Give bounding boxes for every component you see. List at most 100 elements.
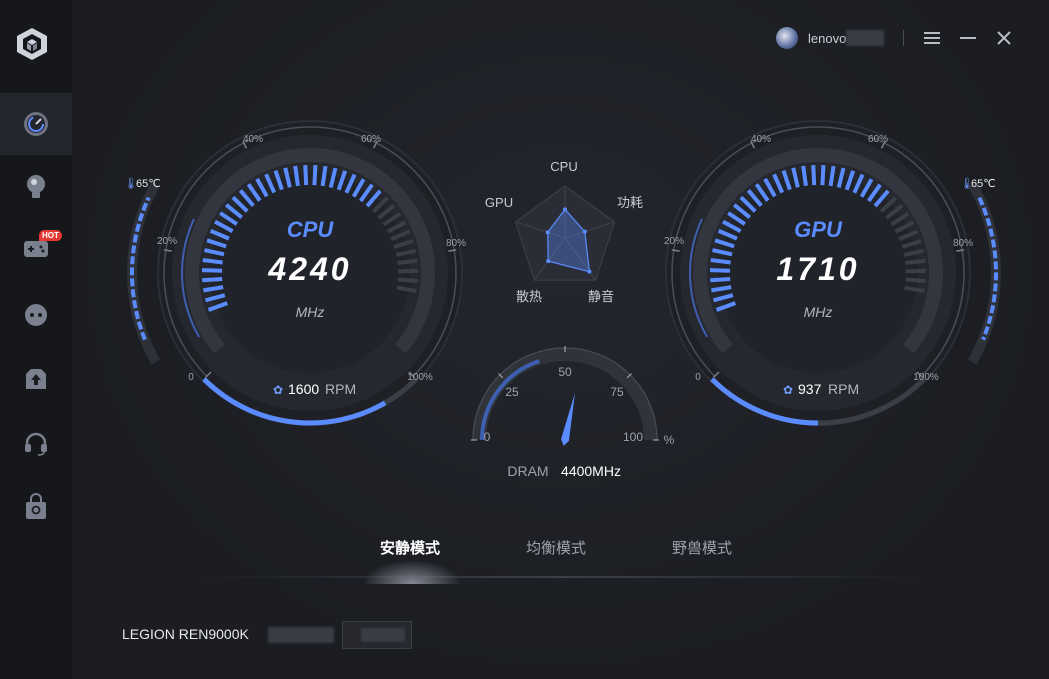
tab-underline	[200, 576, 920, 578]
dram-tick-25: 25	[505, 385, 519, 399]
nav-game[interactable]	[0, 218, 72, 280]
close-icon	[997, 31, 1011, 45]
close-button[interactable]	[994, 28, 1014, 48]
cpu-temperature: 65℃	[136, 178, 161, 190]
nav-lighting[interactable]	[0, 156, 72, 218]
cpu-load-segment	[312, 165, 318, 186]
gpu-tick-40: 40%	[751, 134, 771, 145]
cpu-tick-80: 80%	[446, 238, 466, 249]
tab-quiet-mode[interactable]: 安静模式	[380, 537, 440, 558]
radar-label-gpu: GPU	[485, 195, 513, 210]
cpu-tick-40: 40%	[243, 134, 263, 145]
header-divider	[903, 30, 904, 46]
dram-needle	[561, 393, 575, 446]
gpu-load-segment	[710, 276, 731, 283]
cpu-fan-icon: ✿	[273, 383, 283, 397]
radar-value-point	[545, 230, 550, 235]
gpu-tick-80: 80%	[953, 238, 973, 249]
menu-button[interactable]	[922, 28, 942, 48]
gpu-load-segment	[710, 258, 731, 265]
dashboard-gauge-icon	[24, 112, 48, 136]
nav-upload[interactable]	[0, 348, 72, 410]
cpu-tick-20: 20%	[157, 236, 177, 247]
dram-gauge: 0 25 50 75 100 % DRAM 4400MHz	[471, 346, 675, 479]
cpu-load-segment	[201, 268, 223, 273]
cpu-gauge: CPU 4240 MHz ✿ 1600 RPM 🌡 65℃ 0 20% 40% …	[124, 120, 466, 426]
username[interactable]: lenovo	[808, 31, 846, 46]
tab-beast-mode[interactable]: 野兽模式	[672, 537, 732, 558]
device-model: LEGION REN9000K	[122, 626, 249, 642]
cpu-fan-unit: RPM	[325, 381, 356, 397]
cpu-load-segment	[397, 258, 418, 266]
lightbulb-icon	[27, 175, 45, 198]
cpu-tick-100: 100%	[407, 372, 433, 383]
active-tab-glow	[362, 560, 462, 584]
gpu-fan-icon: ✿	[783, 383, 793, 397]
upload-box-icon	[26, 369, 46, 389]
cpu-tick-0: 0	[188, 372, 194, 383]
minimize-button[interactable]	[958, 28, 978, 48]
hamburger-menu-icon	[924, 32, 940, 44]
chat-bubble-icon	[25, 304, 47, 326]
nav-chat[interactable]	[0, 284, 72, 346]
cpu-label: CPU	[287, 217, 335, 242]
radar-value-point	[546, 259, 551, 264]
app-logo-icon	[14, 26, 50, 62]
redacted-model-box	[342, 621, 412, 649]
radar-label-cpu: CPU	[550, 159, 577, 174]
gpu-fan-unit: RPM	[828, 381, 859, 397]
gpu-load-segment	[811, 165, 817, 186]
gpu-load-segment	[905, 258, 926, 266]
cpu-load-segment	[303, 165, 309, 186]
redacted-username	[846, 30, 884, 46]
radar-label-quiet: 静音	[588, 289, 614, 304]
performance-radar: CPU 功耗 静音 散热 GPU	[485, 159, 643, 304]
minimize-icon	[960, 37, 976, 39]
cpu-load-segment	[202, 258, 223, 265]
dram-label: DRAM	[507, 463, 548, 479]
nav-dashboard[interactable]	[0, 93, 72, 155]
gpu-load-segment	[828, 165, 836, 187]
gpu-frequency-unit: MHz	[804, 304, 833, 320]
cpu-load-segment	[397, 277, 418, 283]
dram-tick-0: 0	[484, 430, 491, 444]
gpu-label: GPU	[794, 217, 843, 242]
gpu-tick-60: 60%	[868, 134, 888, 145]
cpu-load-segment	[293, 165, 300, 187]
gpu-tick-0: 0	[695, 372, 701, 383]
gpu-load-segment	[709, 268, 731, 273]
gpu-fan-speed: 937	[798, 381, 822, 397]
radar-label-cooling: 散热	[516, 289, 542, 304]
gpu-temperature: 65℃	[971, 178, 996, 190]
cpu-tick-60: 60%	[361, 134, 381, 145]
cpu-frequency-unit: MHz	[296, 304, 325, 320]
radar-value-point	[582, 229, 587, 234]
redacted-model-suffix	[268, 627, 334, 643]
dram-frequency: 4400MHz	[561, 463, 621, 479]
headset-icon	[25, 432, 47, 456]
gpu-load-segment	[801, 165, 808, 187]
gpu-frequency-value: 1710	[776, 251, 859, 287]
shopping-bag-icon	[26, 493, 46, 519]
cpu-frequency-value: 4240	[267, 251, 351, 287]
nav-store[interactable]	[0, 476, 72, 538]
hot-badge: HOT	[39, 230, 62, 241]
gpu-tick-100: 100%	[913, 372, 939, 383]
gpu-tick-20: 20%	[664, 236, 684, 247]
nav-support[interactable]	[0, 413, 72, 475]
cpu-load-segment	[320, 165, 328, 187]
gpu-load-segment	[905, 277, 926, 283]
cpu-fan-speed: 1600	[288, 381, 319, 397]
radar-value-point	[587, 269, 592, 274]
dram-tick-100: 100	[623, 430, 643, 444]
cpu-load-segment	[202, 276, 223, 283]
dram-percent-unit: %	[664, 433, 675, 447]
sidebar: HOT	[0, 0, 73, 679]
radar-value-point	[563, 207, 567, 212]
radar-label-power: 功耗	[617, 195, 643, 210]
gpu-load-segment	[820, 165, 826, 186]
dram-tick-50: 50	[558, 365, 572, 379]
dram-tick-75: 75	[610, 385, 624, 399]
tab-balanced-mode[interactable]: 均衡模式	[526, 537, 586, 558]
avatar[interactable]	[776, 27, 798, 49]
